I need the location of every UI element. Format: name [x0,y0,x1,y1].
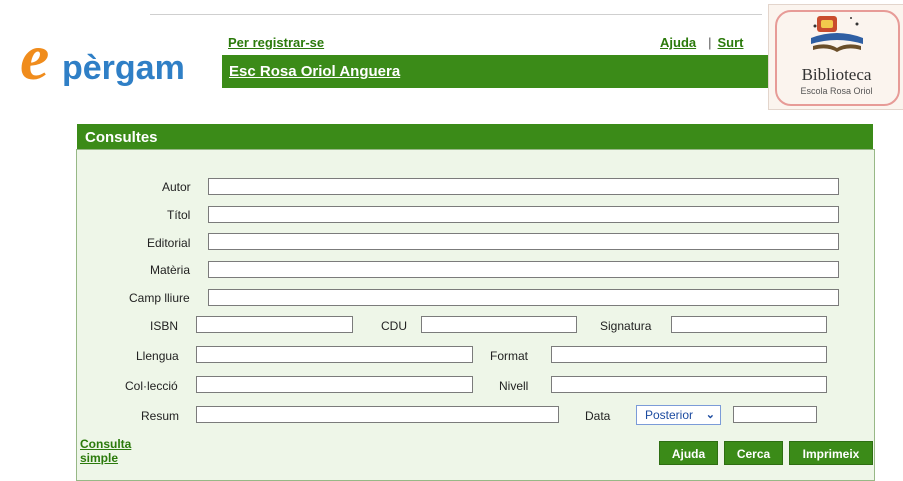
isbn-input[interactable] [196,316,353,333]
panel-header: Consultes [77,124,873,149]
materia-input[interactable] [208,261,839,278]
cdu-label: CDU [381,319,407,333]
titol-input[interactable] [208,206,839,223]
epergam-logo: e pèrgam [20,26,185,88]
date-operator-value: Posterior [645,408,694,422]
school-bar: Esc Rosa Oriol Anguera [222,55,768,88]
chevron-down-icon: ⌄ [705,409,715,421]
editorial-input[interactable] [208,233,839,250]
editorial-label: Editorial [147,236,191,250]
resum-label: Resum [141,409,180,423]
llengua-label: Llengua [136,349,179,363]
search-panel [76,149,875,481]
print-button[interactable]: Imprimeix [789,441,873,465]
top-links: Ajuda | Surt [660,35,744,50]
badge-subtitle: Escola Rosa Oriol [800,86,873,96]
badge-title: Biblioteca [801,65,872,84]
date-operator-select[interactable]: Posterior ⌄ [636,405,721,425]
help-link[interactable]: Ajuda [660,35,696,50]
nivell-label: Nivell [499,379,529,393]
date-input[interactable] [733,406,817,423]
cdu-input[interactable] [421,316,577,333]
simple-search-line2: simple [80,451,119,465]
separator: | [708,35,712,50]
camp-lliure-input[interactable] [208,289,839,306]
isbn-label: ISBN [150,319,179,333]
format-input[interactable] [551,346,827,363]
school-name-link[interactable]: Esc Rosa Oriol Anguera [229,63,400,80]
library-badge: Biblioteca Escola Rosa Oriol [768,4,903,110]
book-illustration-icon [811,16,863,52]
format-label: Format [490,349,529,363]
logo-e: e [20,26,49,88]
exit-link[interactable]: Surt [718,35,744,50]
search-button[interactable]: Cerca [724,441,783,465]
data-label: Data [585,409,611,423]
colleccio-label: Col·lecció [125,379,178,393]
autor-label: Autor [162,180,191,194]
simple-search-link[interactable]: Consulta simple [80,437,131,465]
materia-label: Matèria [150,263,191,277]
signatura-label: Signatura [600,319,652,333]
panel-title: Consultes [85,129,158,146]
llengua-input[interactable] [196,346,473,363]
signatura-input[interactable] [671,316,827,333]
top-divider [150,14,762,15]
nivell-input[interactable] [551,376,827,393]
help-button[interactable]: Ajuda [659,441,718,465]
resum-input[interactable] [196,406,559,423]
logo-rest: pèrgam [62,49,185,87]
simple-search-line1: Consulta [80,437,132,451]
register-link[interactable]: Per registrar-se [228,35,324,50]
autor-input[interactable] [208,178,839,195]
camp-lliure-label: Camp lliure [129,291,190,305]
colleccio-input[interactable] [196,376,473,393]
titol-label: Títol [167,208,191,222]
